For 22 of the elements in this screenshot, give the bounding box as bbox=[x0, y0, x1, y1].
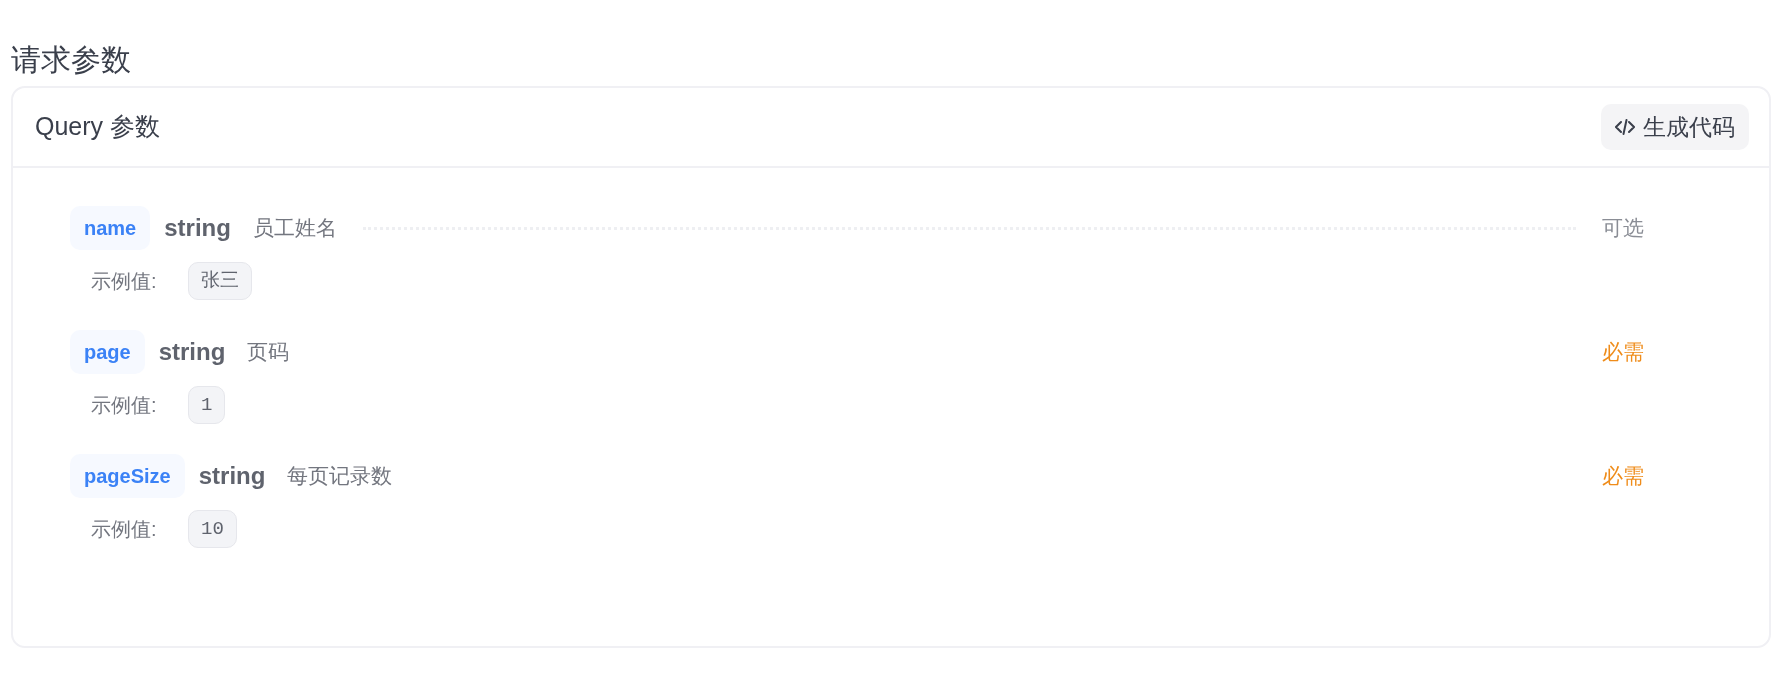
requirement-label: 必需 bbox=[1602, 463, 1644, 490]
example-label: 示例值: bbox=[91, 393, 158, 418]
code-icon bbox=[1615, 119, 1635, 135]
param-type: string bbox=[164, 213, 231, 243]
param-name: name bbox=[70, 206, 151, 250]
example-value: 张三 bbox=[188, 262, 252, 300]
requirement-label: 必需 bbox=[1602, 339, 1644, 366]
param-name: pageSize bbox=[70, 454, 185, 498]
example-value: 10 bbox=[188, 510, 237, 548]
param-type: string bbox=[158, 337, 226, 367]
param-description: 每页记录数 bbox=[287, 463, 393, 490]
param-description: 员工姓名 bbox=[252, 215, 337, 242]
param-name: page bbox=[70, 330, 145, 374]
example-value: 1 bbox=[188, 386, 226, 424]
card-title: Query 参数 bbox=[35, 111, 161, 143]
section-title: 请求参数 bbox=[11, 42, 131, 78]
example-label: 示例值: bbox=[91, 269, 158, 294]
example-label: 示例值: bbox=[91, 517, 158, 542]
generate-code-button[interactable]: 生成代码 bbox=[1601, 104, 1749, 150]
requirement-label: 可选 bbox=[1602, 215, 1644, 242]
param-type: string bbox=[198, 461, 266, 491]
param-description: 页码 bbox=[247, 339, 290, 366]
